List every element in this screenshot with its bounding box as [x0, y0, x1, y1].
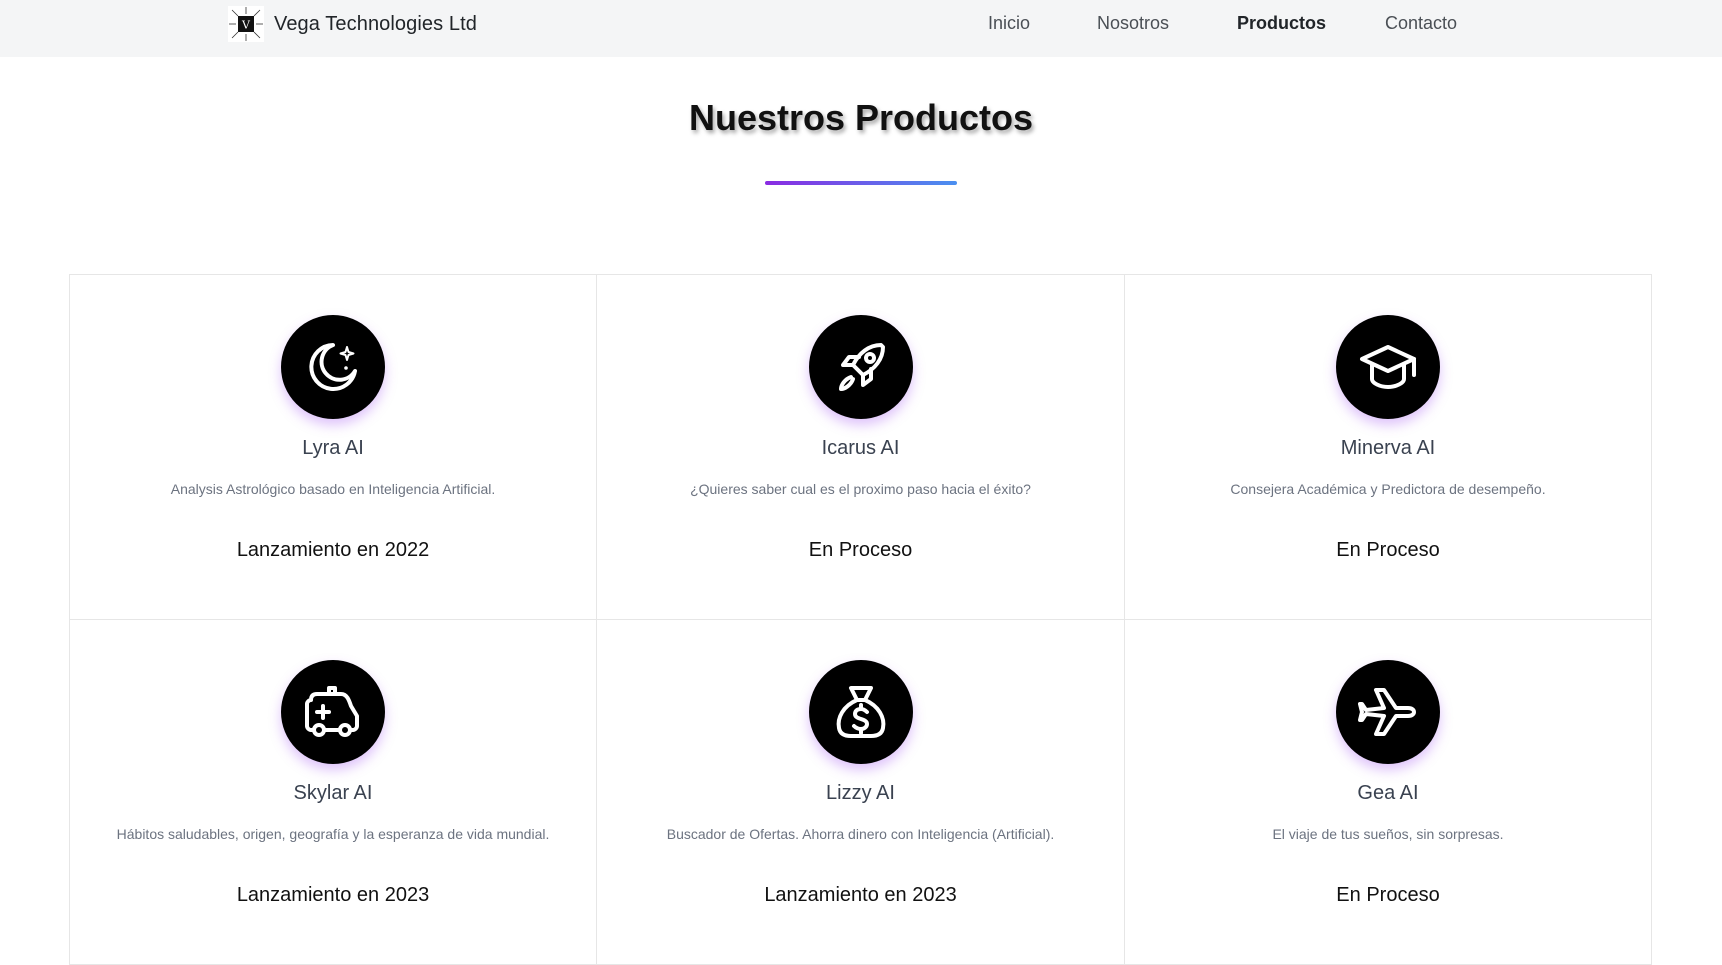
- product-status: En Proceso: [1336, 539, 1440, 561]
- product-description: El viaje de tus sueños, sin sorpresas.: [1272, 826, 1504, 842]
- nav-links: Inicio Nosotros Productos Contacto: [0, 0, 1722, 48]
- product-status: Lanzamiento en 2022: [236, 539, 430, 561]
- product-status: En Proceso: [1336, 884, 1440, 906]
- product-description: ¿Quieres saber cual es el proximo paso h…: [690, 481, 1031, 497]
- product-description: Hábitos saludables, origen, geografía y …: [116, 826, 550, 842]
- product-name: Gea AI: [1357, 782, 1419, 804]
- money-bag-icon: [808, 660, 913, 764]
- product-description: Analysis Astrológico basado en Inteligen…: [170, 481, 496, 497]
- nav-link-contacto[interactable]: Contacto: [1385, 13, 1457, 34]
- product-description: Buscador de Ofertas. Ahorra dinero con I…: [666, 826, 1055, 842]
- graduation-cap-icon: [1336, 315, 1440, 419]
- product-card-icarus[interactable]: Icarus AI ¿Quieres saber cual es el prox…: [597, 275, 1125, 620]
- title-underline: [765, 181, 957, 185]
- plane-icon: [1336, 660, 1440, 764]
- nav-link-productos[interactable]: Productos: [1237, 13, 1326, 34]
- product-name: Skylar AI: [293, 782, 373, 804]
- moon-stars-icon: [281, 315, 385, 419]
- products-grid: Lyra AI Analysis Astrológico basado en I…: [69, 274, 1652, 965]
- rocket-icon: [808, 315, 913, 419]
- product-card-skylar[interactable]: Skylar AI Hábitos saludables, origen, ge…: [70, 620, 597, 965]
- product-status: Lanzamiento en 2023: [764, 884, 957, 906]
- product-card-lizzy[interactable]: Lizzy AI Buscador de Ofertas. Ahorra din…: [597, 620, 1125, 965]
- product-card-minerva[interactable]: Minerva AI Consejera Académica y Predict…: [1125, 275, 1652, 620]
- product-card-lyra[interactable]: Lyra AI Analysis Astrológico basado en I…: [70, 275, 597, 620]
- product-status: Lanzamiento en 2023: [236, 884, 430, 906]
- section-title: Nuestros Productos: [688, 97, 1034, 138]
- product-name: Icarus AI: [821, 437, 900, 459]
- nav-link-inicio[interactable]: Inicio: [988, 13, 1030, 34]
- navbar: V Vega Technologies Ltd Inicio Nosotros …: [0, 0, 1722, 57]
- product-description: Consejera Académica y Predictora de dese…: [1230, 481, 1546, 497]
- product-name: Lizzy AI: [826, 782, 895, 804]
- product-name: Minerva AI: [1340, 437, 1436, 459]
- product-status: En Proceso: [808, 539, 913, 561]
- product-card-gea[interactable]: Gea AI El viaje de tus sueños, sin sorpr…: [1125, 620, 1652, 965]
- ambulance-icon: [281, 660, 385, 764]
- product-name: Lyra AI: [302, 437, 364, 459]
- nav-link-nosotros[interactable]: Nosotros: [1097, 13, 1169, 34]
